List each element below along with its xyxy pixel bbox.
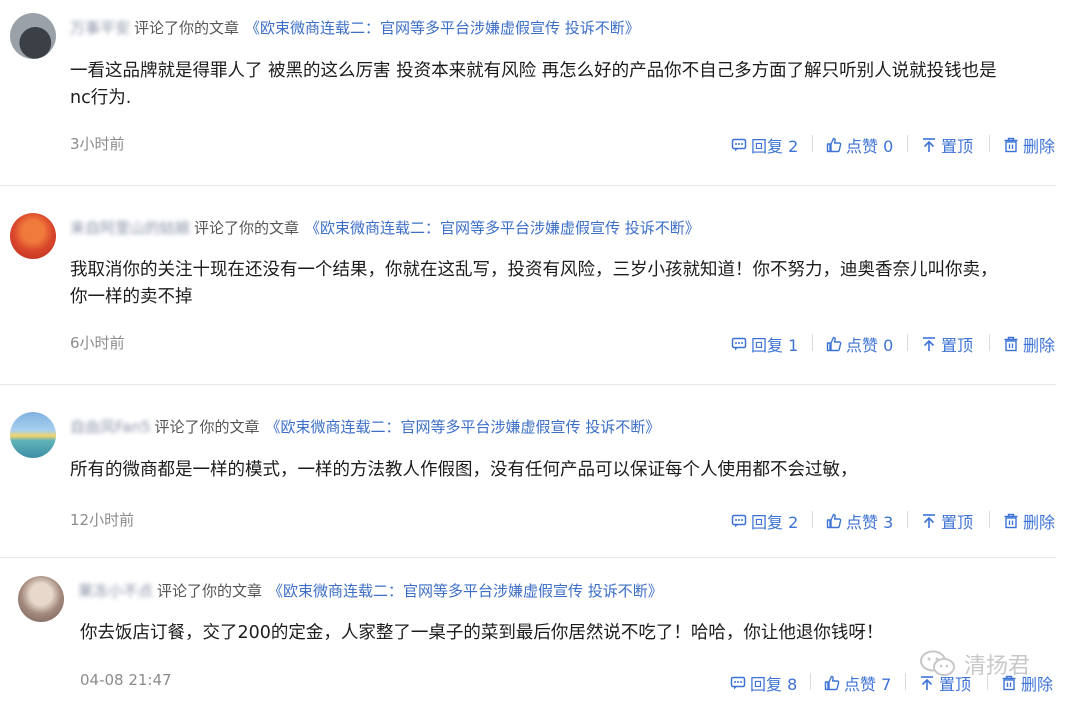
like-button[interactable]: 点赞 7 [824, 671, 891, 695]
pin-button[interactable]: 置顶 [921, 509, 973, 533]
comment-item: 来自阿里山的姑娘 评论了你的文章 《欧束微商连载二：官网等多平台涉嫌虚假宣传 投诉不… [0, 186, 1080, 384]
like-button[interactable]: 点赞 0 [826, 332, 893, 356]
delete-button[interactable]: 删除 [1003, 509, 1055, 533]
comment-text: 所有的微商都是一样的模式，一样的方法教人作假图，没有任何产品可以保证每个人使用都… [70, 460, 858, 480]
comment-item: 万事平安 评论了你的文章 《欧束微商连载二：官网等多平台涉嫌虚假宣传 投诉不断》 一… [0, 0, 1080, 185]
avatar[interactable] [10, 213, 56, 259]
comment-item: 自由风Fan5 评论了你的文章 《欧束微商连载二：官网等多平台涉嫌虚假宣传 投诉不断… [0, 385, 1080, 560]
pin-top-icon [923, 138, 935, 152]
comment-text: 你去饭店订餐，交了200的定金，人家整了一桌子的菜到最后你居然说不吃了！哈哈，你… [80, 623, 884, 643]
trash-icon [1004, 137, 1018, 153]
watermark: 清扬君 [918, 648, 1030, 680]
pin-top-icon [923, 337, 935, 351]
reply-icon [731, 337, 747, 351]
like-button[interactable]: 点赞 0 [826, 133, 893, 157]
comment-text: 我取消你的关注十现在还没有一个结果，你就在这乱写，投资有风险，三岁小孩就知道！你… [70, 260, 998, 307]
reply-icon [731, 514, 747, 528]
avatar[interactable] [10, 13, 56, 59]
divider [0, 557, 1056, 558]
delete-button[interactable]: 删除 [1003, 133, 1055, 157]
thumbs-up-icon [826, 137, 842, 153]
trash-icon [1004, 336, 1018, 352]
like-button[interactable]: 点赞 3 [826, 509, 893, 533]
article-link[interactable]: 《欧束微商连载二：官网等多平台涉嫌虚假宣传 投诉不断》 [305, 219, 700, 237]
comment-item: 果冻小不点 评论了你的文章 《欧束微商连载二：官网等多平台涉嫌虚假宣传 投诉不断》 … [0, 560, 1080, 709]
delete-button[interactable]: 删除 [1003, 332, 1055, 356]
wechat-icon [920, 650, 955, 676]
username[interactable]: 来自阿里山的姑娘 [70, 217, 190, 238]
reply-icon [730, 676, 746, 690]
article-link[interactable]: 《欧束微商连载二：官网等多平台涉嫌虚假宣传 投诉不断》 [245, 19, 640, 37]
trash-icon [1004, 513, 1018, 529]
pin-button[interactable]: 置顶 [921, 133, 973, 157]
reply-button[interactable]: 回复 2 [731, 509, 798, 533]
comment-verb: 评论了你的文章 [134, 19, 240, 37]
comment-verb: 评论了你的文章 [194, 219, 300, 237]
pin-top-icon [923, 514, 935, 528]
reply-button[interactable]: 回复 2 [731, 133, 798, 157]
thumbs-up-icon [824, 675, 840, 691]
watermark-text: 清扬君 [964, 654, 1031, 679]
reply-icon [731, 138, 747, 152]
comment-verb: 评论了你的文章 [154, 418, 260, 436]
comment-text: 一看这品牌就是得罪人了 被黑的这么厉害 投资本来就有风险 再怎么好的产品你不自己… [70, 61, 997, 108]
thumbs-up-icon [826, 336, 842, 352]
article-link[interactable]: 《欧束微商连载二：官网等多平台涉嫌虚假宣传 投诉不断》 [266, 418, 661, 436]
username[interactable]: 自由风Fan5 [70, 416, 151, 437]
username[interactable]: 果冻小不点 [78, 580, 153, 601]
pin-button[interactable]: 置顶 [921, 332, 973, 356]
avatar[interactable] [10, 412, 56, 458]
username[interactable]: 万事平安 [70, 17, 130, 38]
comment-verb: 评论了你的文章 [157, 582, 263, 600]
avatar[interactable] [18, 576, 64, 622]
reply-button[interactable]: 回复 1 [731, 332, 798, 356]
reply-button[interactable]: 回复 8 [730, 671, 797, 695]
thumbs-up-icon [826, 513, 842, 529]
article-link[interactable]: 《欧束微商连载二：官网等多平台涉嫌虚假宣传 投诉不断》 [268, 582, 663, 600]
